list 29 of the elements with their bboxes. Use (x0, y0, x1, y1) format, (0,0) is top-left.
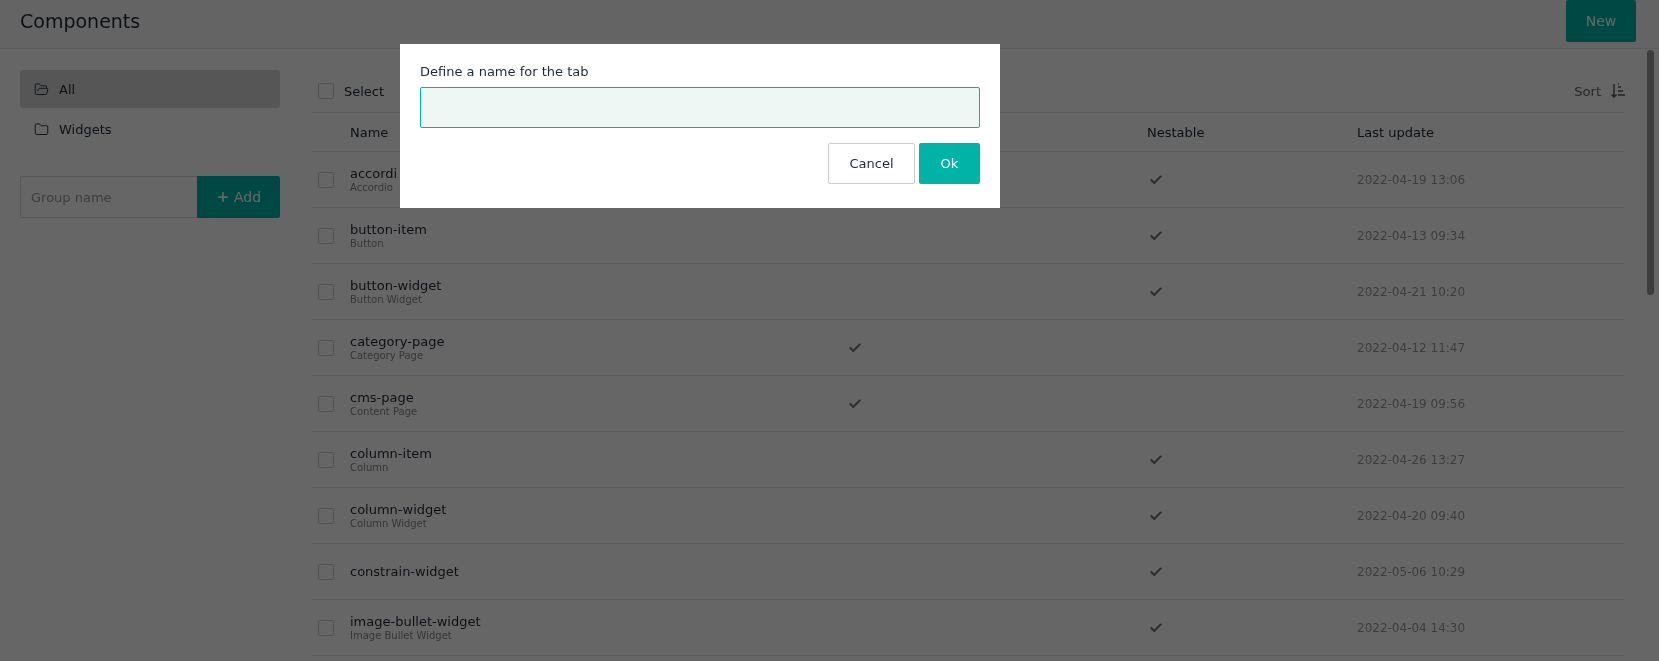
sidebar-label: Widgets (59, 121, 112, 137)
folder-icon (34, 81, 49, 97)
sidebar-item[interactable]: All (20, 70, 280, 108)
select-label: Select (344, 83, 385, 99)
column-header: Nestable (1147, 124, 1206, 140)
new-button[interactable]: New (1566, 0, 1636, 42)
component-name: accordi (350, 166, 399, 181)
dialog-label: Define a name for the tab (420, 64, 590, 79)
component-name: column-item (350, 446, 433, 461)
component-name: column-widget (350, 502, 448, 517)
column-header: Last update (1357, 124, 1436, 140)
tab-name-field[interactable] (420, 87, 980, 128)
sort-label[interactable]: Sort (1574, 83, 1601, 99)
component-name: button-item (350, 222, 428, 237)
ok-button[interactable]: Ok (919, 143, 980, 184)
sort-icon[interactable] (1611, 83, 1625, 99)
component-name: category-page (350, 334, 446, 349)
page-title: Components (20, 10, 141, 32)
folder-icon (34, 121, 49, 137)
component-name: cms-page (350, 390, 415, 405)
component-name: image-bullet-widget (350, 614, 482, 629)
plus-icon (215, 190, 230, 204)
component-name: button-widget (350, 278, 443, 293)
cancel-button[interactable]: Cancel (828, 143, 915, 184)
column-header: Name (350, 124, 390, 140)
component-name: constrain-widget (350, 564, 460, 579)
scrollbar[interactable] (1647, 50, 1654, 295)
sidebar-label: All (59, 81, 76, 97)
add-button[interactable]: Add (197, 176, 280, 218)
